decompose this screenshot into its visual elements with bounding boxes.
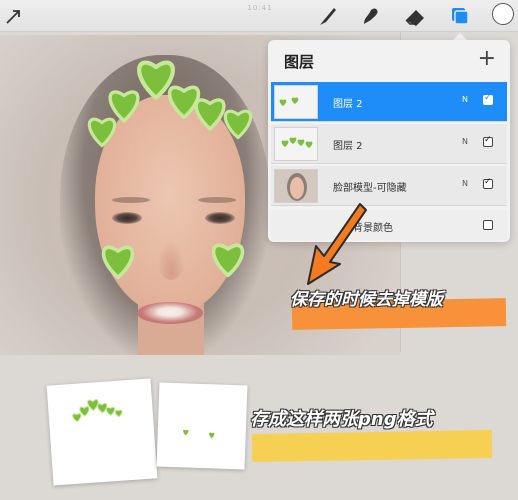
layer-thumbnail bbox=[274, 85, 318, 119]
cheek-heart bbox=[101, 245, 135, 280]
blend-mode-label[interactable]: N bbox=[462, 137, 468, 146]
visibility-checkbox[interactable] bbox=[483, 177, 493, 189]
layer-row[interactable]: 图层 2 N bbox=[271, 82, 507, 122]
visibility-checkbox[interactable] bbox=[483, 220, 493, 230]
blend-mode-label[interactable]: N bbox=[462, 179, 468, 188]
modify-arrow-icon[interactable] bbox=[4, 6, 24, 26]
eraser-icon[interactable] bbox=[403, 4, 427, 28]
blend-mode-label[interactable]: N bbox=[462, 95, 468, 104]
layer-row[interactable]: 图层 2 N bbox=[271, 124, 507, 164]
layer-name: 图层 2 bbox=[333, 99, 363, 110]
brush-icon[interactable] bbox=[316, 4, 340, 28]
heart-stickers bbox=[183, 429, 215, 439]
annotation-text: 存成这样两张png格式 bbox=[250, 409, 433, 430]
layer-name: 图层 2 bbox=[333, 141, 363, 152]
heart-stickers bbox=[72, 399, 123, 423]
visibility-checkbox[interactable] bbox=[483, 93, 493, 105]
crown-heart bbox=[223, 109, 253, 140]
visibility-checkbox[interactable] bbox=[483, 135, 493, 147]
top-toolbar: 10:41 bbox=[0, 0, 518, 32]
crown-heart bbox=[87, 117, 117, 148]
annotation-text: 保存的时候去掉模版 bbox=[290, 290, 443, 310]
crown-heart bbox=[194, 98, 226, 131]
crown-heart bbox=[167, 85, 201, 120]
document-title: 10:41 bbox=[247, 4, 273, 12]
cheek-heart bbox=[211, 243, 245, 278]
highlight-stripe bbox=[251, 429, 493, 463]
layer-thumbnail bbox=[274, 127, 318, 161]
panel-title: 图层 bbox=[284, 53, 315, 71]
color-picker-icon[interactable] bbox=[492, 3, 514, 25]
layer-thumbnail bbox=[274, 169, 318, 203]
smudge-icon[interactable] bbox=[358, 4, 382, 28]
layer-name: 脸部模型-可隐藏 bbox=[333, 183, 407, 194]
annotation-arrow-icon bbox=[307, 203, 367, 285]
crown-heart bbox=[108, 90, 140, 123]
exported-png-card bbox=[156, 382, 248, 470]
exported-png-card bbox=[46, 378, 158, 486]
layers-icon[interactable] bbox=[448, 4, 472, 28]
add-layer-button[interactable]: + bbox=[478, 46, 496, 72]
